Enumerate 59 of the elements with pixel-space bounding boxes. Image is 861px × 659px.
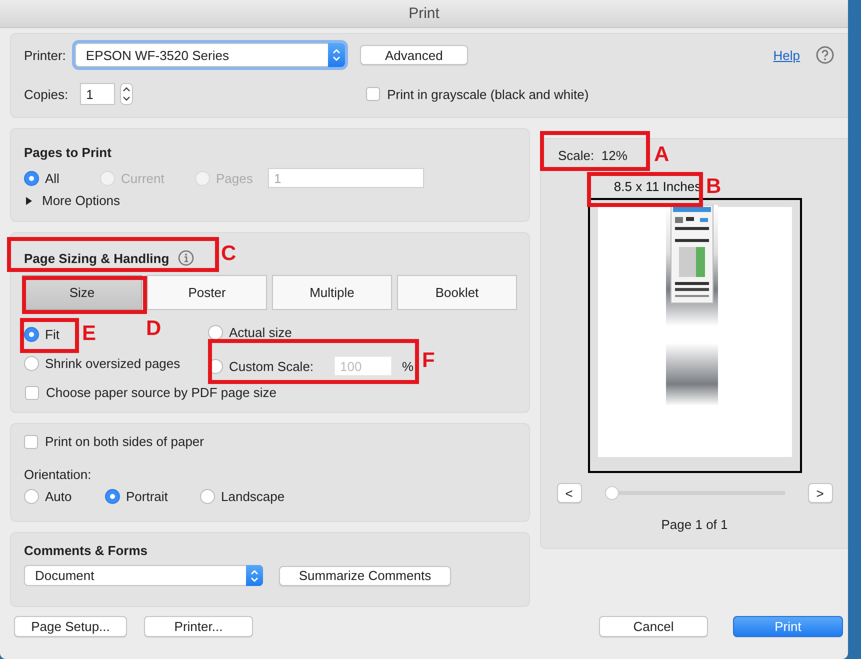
dialog-button[interactable]: Cancel <box>599 616 708 637</box>
dialog-button[interactable]: Page Setup... <box>14 616 127 637</box>
more-options-toggle[interactable]: More Options <box>24 193 120 208</box>
printer-select[interactable]: EPSON WF-3520 Series <box>74 43 345 67</box>
dropdown-arrows-icon <box>246 565 263 586</box>
page-count-label: Page 1 of 1 <box>661 517 728 532</box>
duplex-option[interactable]: Print on both sides of paper <box>24 434 204 449</box>
help-icon[interactable] <box>816 46 834 64</box>
radio-option[interactable]: Custom Scale: <box>208 358 334 374</box>
printer-label: Printer: <box>24 48 66 62</box>
radio-option[interactable]: Fit <box>24 327 60 342</box>
next-page-button[interactable]: > <box>808 483 832 503</box>
radio-option[interactable]: Actual size <box>208 325 292 340</box>
paper-source-option[interactable]: Choose paper source by PDF page size <box>25 385 277 400</box>
comments-select[interactable]: Document <box>24 565 263 586</box>
annotation-letter: F <box>422 350 435 371</box>
tab[interactable]: Poster <box>147 275 267 310</box>
radio-option[interactable]: All <box>24 170 100 186</box>
slider-thumb[interactable] <box>604 486 618 500</box>
radio-button[interactable] <box>200 488 215 504</box>
copies-label: Copies: <box>24 86 68 102</box>
checkbox[interactable] <box>25 386 39 400</box>
copies-field[interactable]: 1 <box>80 83 116 105</box>
annotation-letter: A <box>654 144 670 165</box>
scale-label: Scale: 12% <box>558 148 628 163</box>
highlight-box <box>20 318 79 353</box>
radio-option[interactable]: Shrink oversized pages <box>24 356 180 371</box>
annotation-letter: E <box>82 323 96 344</box>
dialog-button[interactable]: Printer... <box>144 616 253 637</box>
section-title: Comments & Forms <box>24 543 148 558</box>
advanced-button[interactable]: Advanced <box>360 45 468 65</box>
checkbox[interactable] <box>24 434 38 448</box>
annotation-letter: C <box>221 243 236 264</box>
help-link[interactable]: Help <box>773 48 800 62</box>
dropdown-arrows-icon <box>328 43 345 67</box>
radio-button[interactable] <box>24 488 39 504</box>
radio-button[interactable] <box>24 170 39 186</box>
orientation-label: Orientation: <box>24 466 92 482</box>
stepper-icon[interactable] <box>120 83 134 105</box>
info-icon[interactable] <box>178 250 194 266</box>
summarize-comments-button[interactable]: Summarize Comments <box>279 566 451 586</box>
section-title: Pages to Print <box>24 145 112 160</box>
radio-button[interactable] <box>105 488 120 504</box>
radio-option[interactable]: Auto <box>24 488 105 504</box>
tab[interactable]: Booklet <box>397 275 517 310</box>
radio-option[interactable]: Portrait <box>105 488 200 504</box>
percent-label: % <box>402 358 414 374</box>
tab[interactable]: Multiple <box>272 275 392 310</box>
checkbox[interactable] <box>366 87 380 101</box>
radio-button[interactable] <box>24 356 39 371</box>
radio-button[interactable] <box>24 327 39 342</box>
radio-option[interactable]: Landscape <box>200 488 310 504</box>
grayscale-option[interactable]: Print in grayscale (black and white) <box>366 86 589 102</box>
radio-button[interactable] <box>208 325 223 340</box>
previous-page-button[interactable]: < <box>556 483 582 503</box>
annotation-letter: D <box>146 318 162 339</box>
annotation-letter: B <box>706 176 722 197</box>
section-title: Page Sizing & Handling <box>24 250 170 266</box>
window-title: Print <box>408 5 440 22</box>
